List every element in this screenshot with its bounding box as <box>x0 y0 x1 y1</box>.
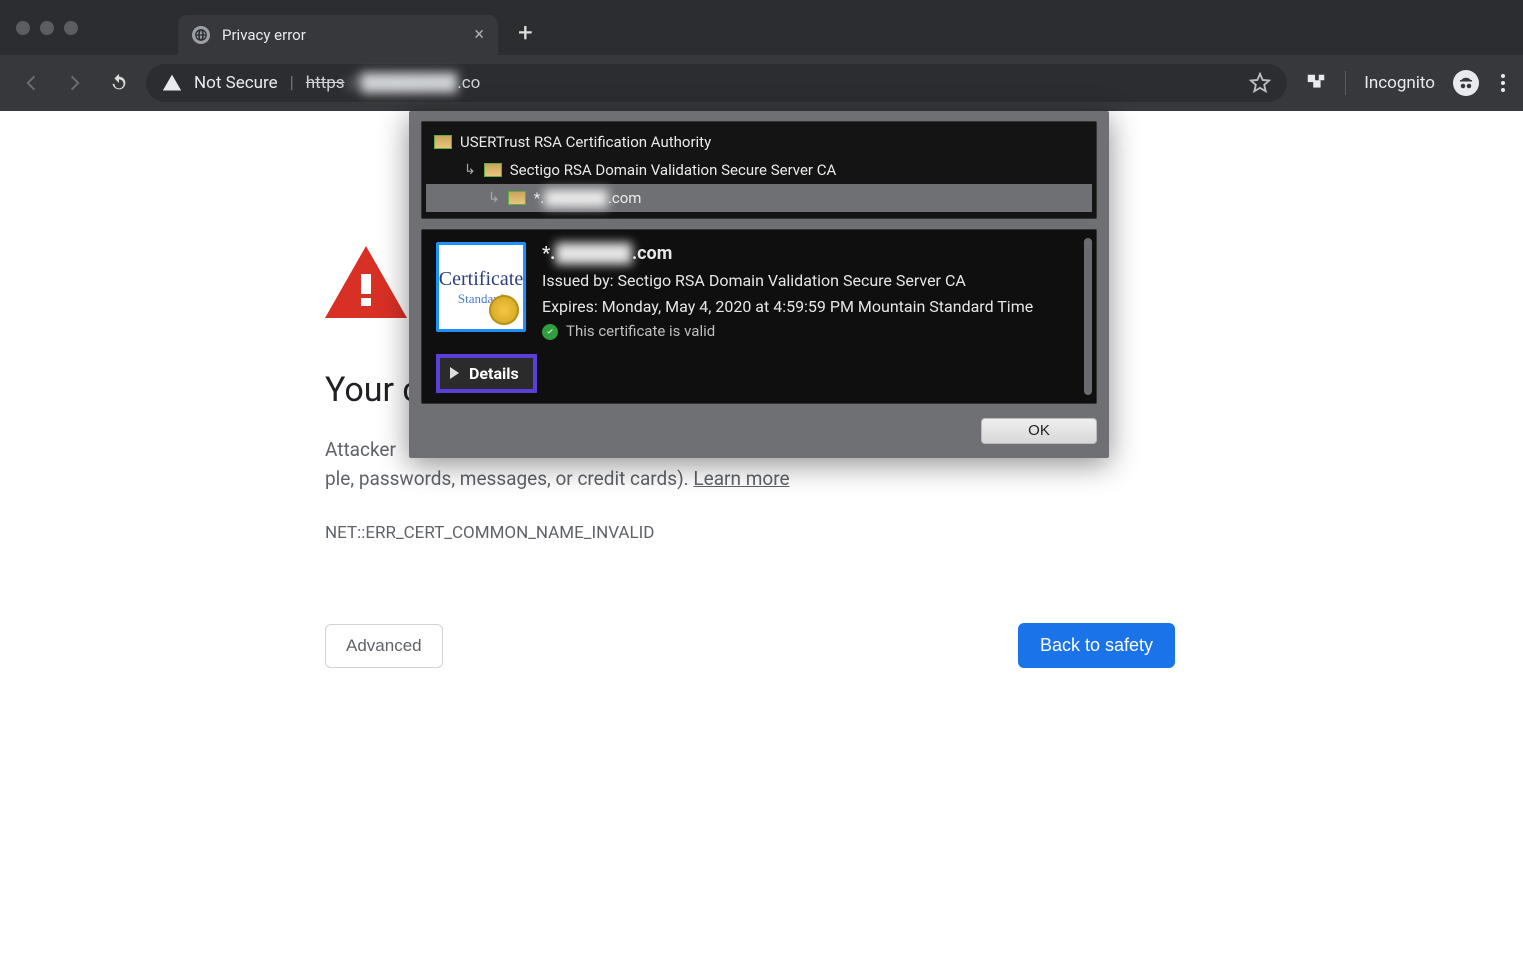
cert-expires: Expires: Monday, May 4, 2020 at 4:59:59 … <box>542 296 1033 318</box>
not-secure-label: Not Secure <box>194 73 278 93</box>
tree-arrow-icon: ↳ <box>464 162 476 178</box>
cert-chain-leaf-label: *.██████.com <box>534 189 642 207</box>
cert-issued-by: Issued by: Sectigo RSA Domain Validation… <box>542 270 1033 292</box>
certificate-chain-tree[interactable]: USERTrust RSA Certification Authority ↳ … <box>421 121 1097 219</box>
toolbar-divider <box>1345 71 1346 95</box>
incognito-label: Incognito <box>1364 73 1435 93</box>
dialog-scrollbar[interactable] <box>1084 238 1092 395</box>
browser-tab[interactable]: Privacy error × <box>178 15 498 55</box>
error-code: NET::ERR_CERT_COMMON_NAME_INVALID <box>325 523 1175 543</box>
cert-valid-row: This certificate is valid <box>542 321 1033 341</box>
extension-icon[interactable] <box>1305 72 1327 94</box>
new-tab-button[interactable]: + <box>518 18 533 48</box>
details-toggle-button[interactable]: Details <box>436 354 537 393</box>
address-bar[interactable]: Not Secure | https://████████.co <box>146 64 1287 102</box>
warning-triangle-icon <box>162 73 182 93</box>
certificate-icon <box>508 191 526 205</box>
menu-kebab-icon[interactable] <box>1497 70 1509 96</box>
url-text: https://████████.co <box>306 73 481 93</box>
cert-chain-intermediate-label: Sectigo RSA Domain Validation Secure Ser… <box>510 161 837 179</box>
certificate-image: Certificate Standard <box>436 242 526 332</box>
seal-icon <box>489 295 519 325</box>
zoom-window-dot[interactable] <box>64 21 78 35</box>
ok-button[interactable]: OK <box>981 418 1097 444</box>
certificate-icon <box>434 135 452 149</box>
window-traffic-lights[interactable] <box>16 21 78 35</box>
cert-domain: *.██████.com <box>542 242 1033 266</box>
back-to-safety-button[interactable]: Back to safety <box>1018 623 1175 668</box>
forward-button[interactable] <box>58 66 92 100</box>
back-button[interactable] <box>14 66 48 100</box>
globe-icon <box>192 26 210 44</box>
advanced-button[interactable]: Advanced <box>325 624 443 668</box>
disclosure-triangle-icon <box>450 367 459 379</box>
cert-chain-root-label: USERTrust RSA Certification Authority <box>460 133 711 151</box>
close-tab-icon[interactable]: × <box>474 26 484 44</box>
incognito-icon[interactable] <box>1453 70 1479 96</box>
certificate-icon <box>484 163 502 177</box>
bookmark-star-icon[interactable] <box>1249 72 1271 94</box>
certificate-dialog: USERTrust RSA Certification Authority ↳ … <box>409 111 1109 458</box>
close-window-dot[interactable] <box>16 21 30 35</box>
cert-chain-intermediate[interactable]: ↳ Sectigo RSA Domain Validation Secure S… <box>426 156 1092 184</box>
reload-button[interactable] <box>102 66 136 100</box>
checkmark-icon <box>542 324 558 340</box>
learn-more-link[interactable]: Learn more <box>693 467 789 490</box>
minimize-window-dot[interactable] <box>40 21 54 35</box>
cert-chain-leaf[interactable]: ↳ *.██████.com <box>426 184 1092 212</box>
tree-arrow-icon: ↳ <box>488 190 500 206</box>
omnibox-separator: | <box>290 73 294 93</box>
tab-title: Privacy error <box>222 26 306 44</box>
cert-chain-root[interactable]: USERTrust RSA Certification Authority <box>426 128 1092 156</box>
